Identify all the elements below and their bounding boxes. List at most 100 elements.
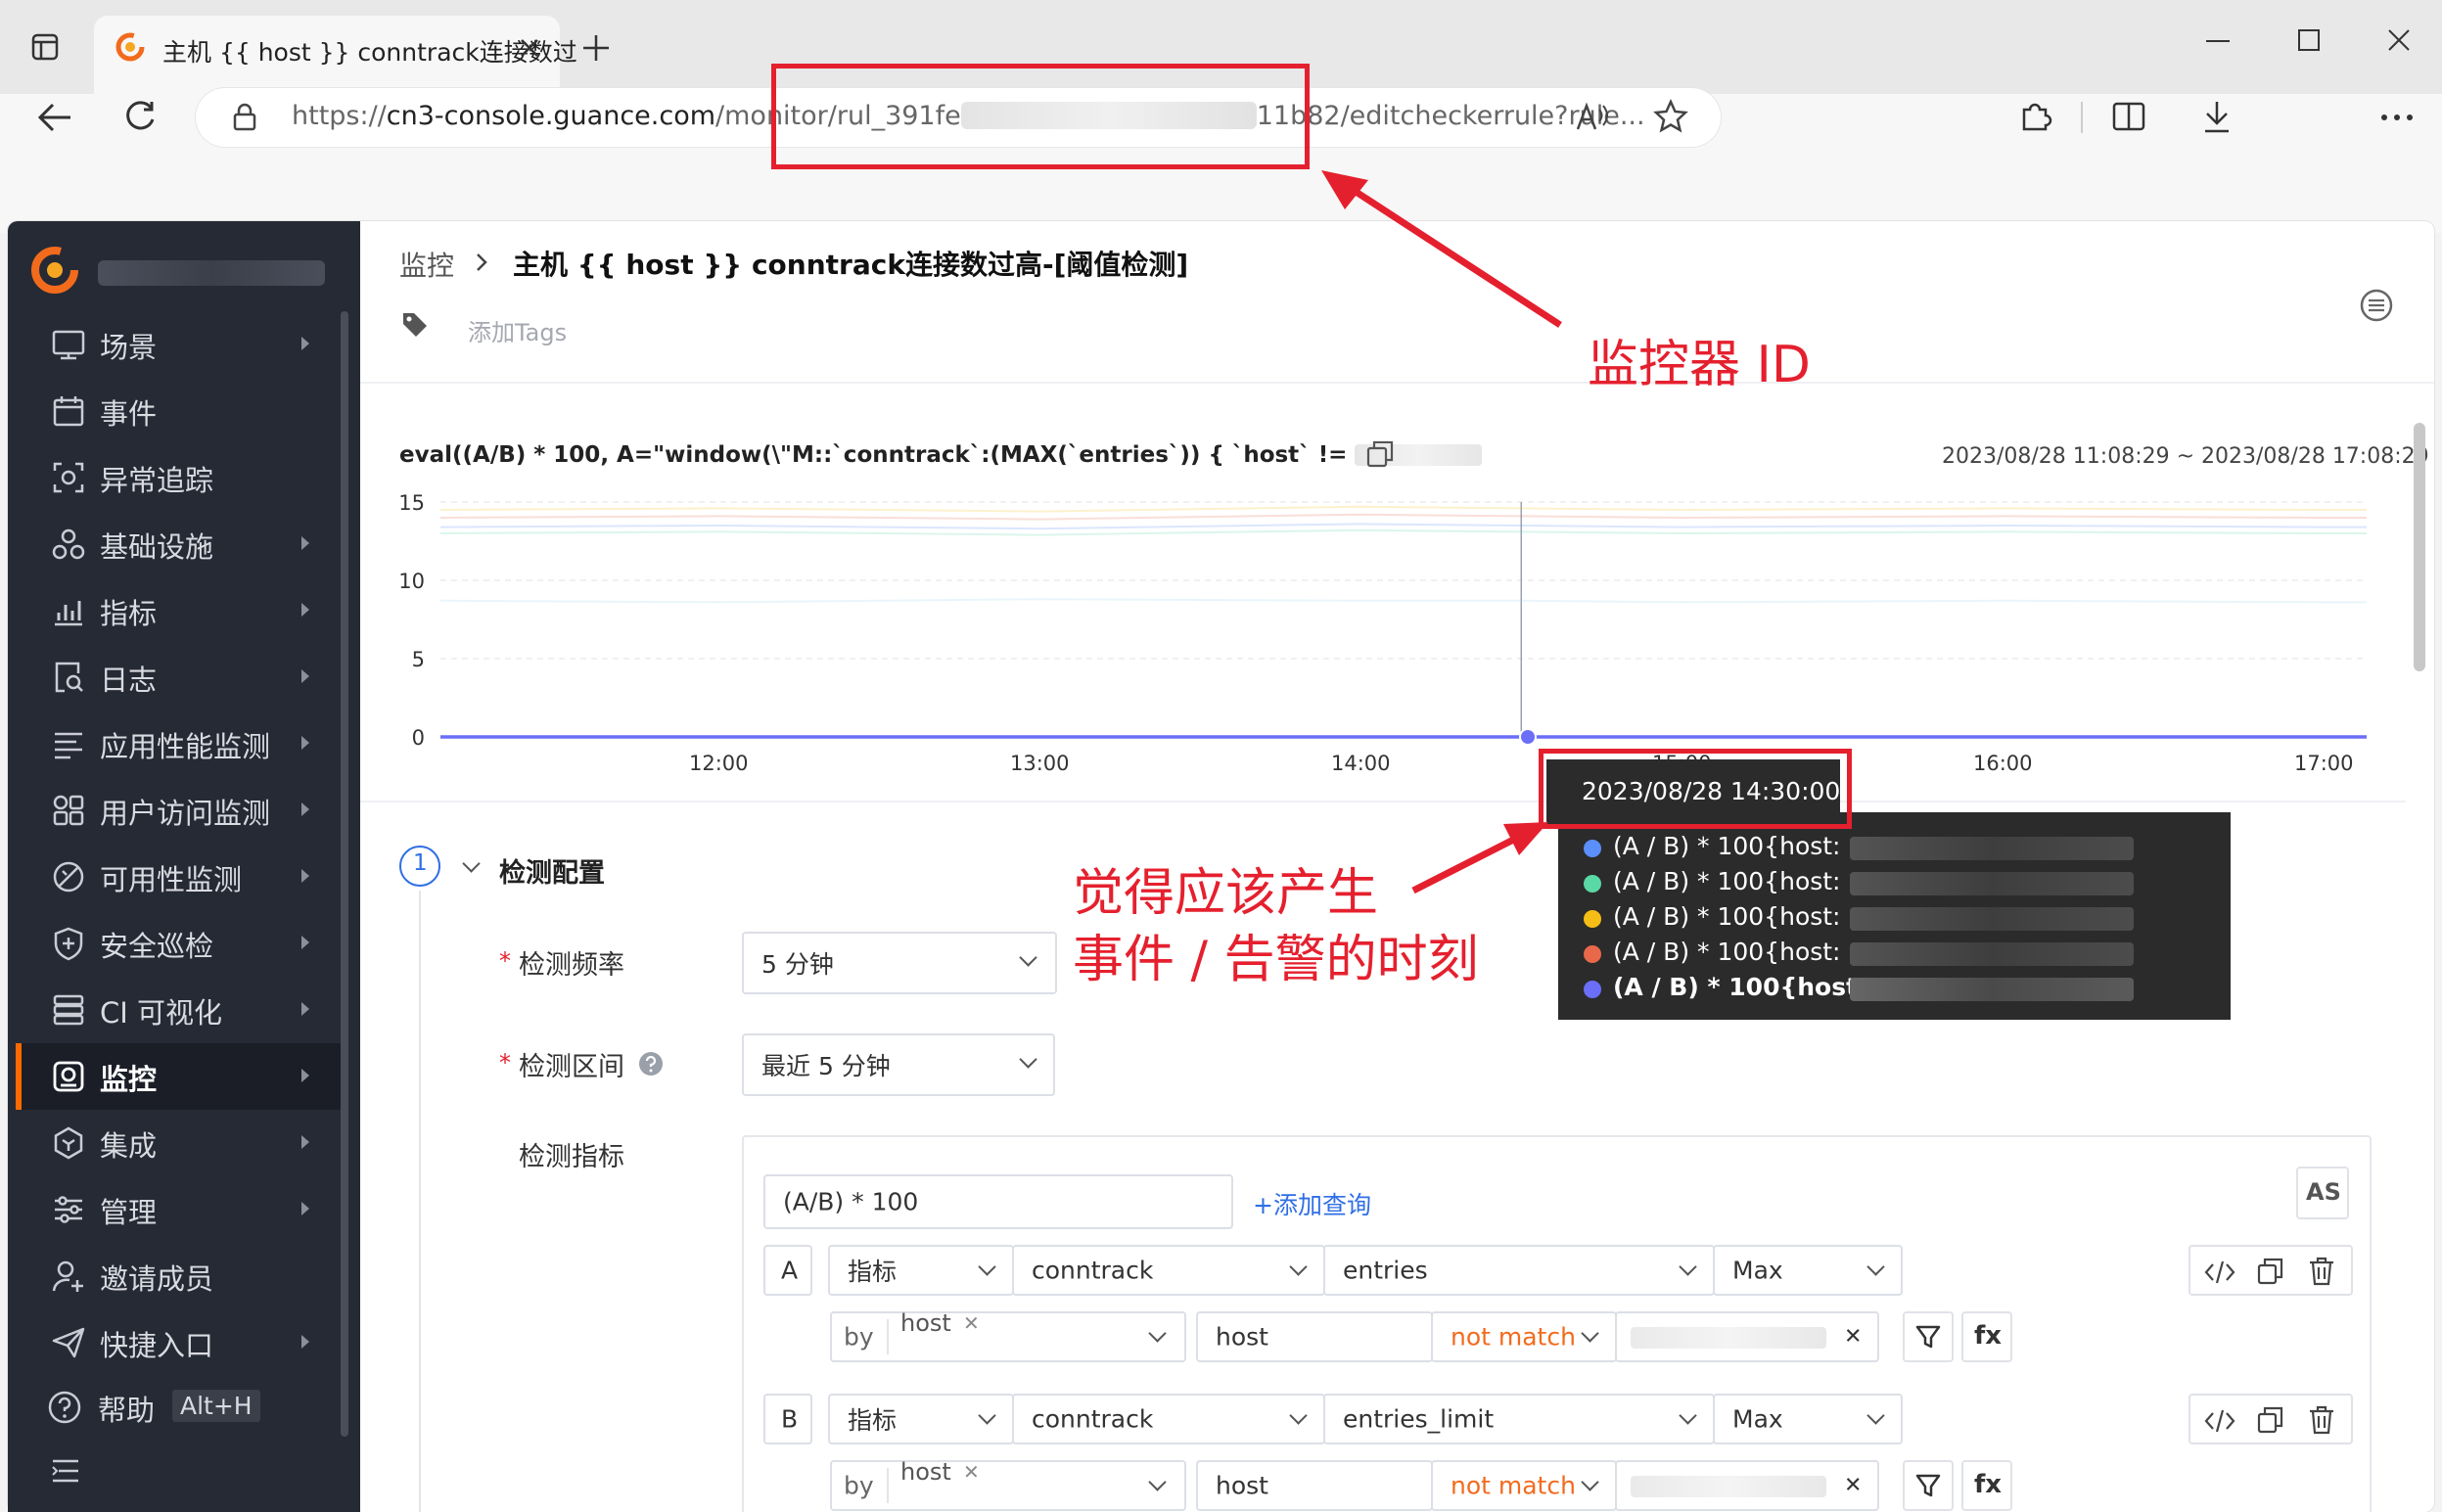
sidebar-item-4[interactable]: 指标 xyxy=(16,577,341,644)
remove-tag-icon[interactable]: ✕ xyxy=(963,1311,980,1335)
workspace-logo-icon[interactable] xyxy=(29,245,80,296)
sidebar-item-5[interactable]: 日志 xyxy=(16,644,341,710)
breadcrumb-root[interactable]: 监控 xyxy=(399,245,454,284)
tooltip-host-redacted xyxy=(1850,942,2134,966)
duplicate-icon[interactable] xyxy=(2257,1406,2284,1434)
duplicate-icon[interactable] xyxy=(2257,1258,2284,1285)
fx-button[interactable]: fx xyxy=(1961,1460,2012,1511)
code-icon[interactable] xyxy=(2204,1259,2235,1286)
field-select[interactable]: entries_limit xyxy=(1323,1394,1715,1444)
filter-icon[interactable] xyxy=(1903,1460,1954,1511)
expression-input[interactable]: (A/B) * 100 xyxy=(763,1174,1233,1229)
remove-tag-icon[interactable]: ✕ xyxy=(963,1460,980,1484)
back-icon[interactable] xyxy=(37,102,72,133)
query-actions xyxy=(2189,1394,2353,1444)
header-menu-icon[interactable] xyxy=(2359,288,2394,323)
sidebar-item-15[interactable]: 快捷入口 xyxy=(16,1309,341,1376)
monitor-screen-icon xyxy=(52,330,85,360)
section-title[interactable]: 检测配置 xyxy=(499,851,605,890)
sidebar-item-12[interactable]: 集成 xyxy=(16,1110,341,1176)
sidebar-item-10[interactable]: CI 可视化 xyxy=(16,977,341,1043)
add-query-link[interactable]: +添加查询 xyxy=(1253,1186,1371,1221)
sidebar-item-14[interactable]: 邀请成员 xyxy=(16,1243,341,1309)
time-highlight-box xyxy=(1539,749,1852,829)
filter-operator-select[interactable]: not match xyxy=(1431,1311,1617,1362)
workspace-name-redacted[interactable] xyxy=(98,260,325,286)
lock-icon[interactable] xyxy=(233,103,256,131)
filter-key-input[interactable]: host xyxy=(1196,1460,1433,1511)
group-by-tag[interactable]: host ✕ xyxy=(887,1458,994,1503)
group-by-select[interactable]: by host ✕ xyxy=(830,1309,1186,1362)
aggregation-select[interactable]: Max xyxy=(1713,1394,1903,1444)
filter-key-input[interactable]: host xyxy=(1196,1311,1433,1362)
sidebar-item-11[interactable]: 监控 xyxy=(16,1043,341,1110)
sidebar-item-6[interactable]: 应用性能监测 xyxy=(16,710,341,777)
split-screen-icon[interactable] xyxy=(2112,102,2145,131)
dial-icon xyxy=(53,861,84,893)
chevron-right-icon xyxy=(301,603,309,617)
tab-actions-icon[interactable] xyxy=(31,33,59,61)
filter-value-input[interactable]: ✕ xyxy=(1615,1311,1879,1362)
chevron-right-icon xyxy=(301,1069,309,1082)
chevron-down-icon xyxy=(1289,1406,1308,1425)
frequency-required-mark: * xyxy=(499,947,511,975)
tab-close-icon[interactable] xyxy=(519,37,540,59)
clear-filter-icon[interactable]: ✕ xyxy=(1844,1325,1862,1350)
measurement-select[interactable]: conntrack xyxy=(1012,1245,1325,1296)
aggregation-select[interactable]: Max xyxy=(1713,1245,1903,1296)
sidebar-item-7[interactable]: 用户访问监测 xyxy=(16,777,341,844)
delete-icon[interactable] xyxy=(2308,1257,2335,1286)
measurement-select[interactable]: conntrack xyxy=(1012,1394,1325,1444)
chart-scrollbar[interactable] xyxy=(2414,423,2425,671)
clear-filter-icon[interactable]: ✕ xyxy=(1844,1474,1862,1498)
delete-icon[interactable] xyxy=(2308,1405,2335,1435)
maximize-icon[interactable] xyxy=(2298,29,2320,51)
query-type-select[interactable]: 指标 xyxy=(828,1394,1014,1444)
sidebar-scrollbar[interactable] xyxy=(341,311,348,1437)
fx-button[interactable]: fx xyxy=(1961,1311,2012,1362)
field-select[interactable]: entries xyxy=(1323,1245,1715,1296)
sidebar-item-9[interactable]: 安全巡检 xyxy=(16,910,341,977)
sidebar-item-3[interactable]: 基础设施 xyxy=(16,511,341,577)
new-tab-icon[interactable] xyxy=(581,33,611,63)
code-icon[interactable] xyxy=(2204,1407,2235,1435)
add-tags-link[interactable]: 添加Tags xyxy=(468,313,567,347)
sidebar-item-8[interactable]: 可用性监测 xyxy=(16,844,341,910)
chevron-right-icon xyxy=(301,802,309,816)
chevron-down-icon xyxy=(1679,1406,1697,1425)
interval-label: 检测区间 xyxy=(519,1052,624,1082)
extensions-icon[interactable] xyxy=(2018,100,2052,133)
sidebar-collapse-icon[interactable] xyxy=(51,1458,80,1484)
chevron-right-icon xyxy=(301,1002,309,1016)
y-tick-label: 15 xyxy=(398,491,425,515)
query-type-select[interactable]: 指标 xyxy=(828,1245,1014,1296)
sidebar-item-label: CI 可视化 xyxy=(100,996,223,1030)
copy-icon[interactable] xyxy=(1366,440,1394,468)
interval-help-icon[interactable] xyxy=(638,1051,664,1077)
favorite-star-icon[interactable] xyxy=(1653,98,1688,133)
sidebar-item-label: 安全巡检 xyxy=(100,930,214,963)
downloads-icon[interactable] xyxy=(2202,100,2232,133)
window-close-icon[interactable] xyxy=(2388,29,2410,51)
series-dot xyxy=(1584,840,1601,857)
minimize-icon[interactable] xyxy=(2206,39,2230,43)
more-menu-icon[interactable] xyxy=(2380,114,2414,121)
sidebar-item-13[interactable]: 管理 xyxy=(16,1176,341,1243)
group-by-tag[interactable]: host ✕ xyxy=(887,1309,994,1354)
sidebar-item-1[interactable]: 事件 xyxy=(16,378,341,444)
series-dot xyxy=(1584,875,1601,893)
as-button[interactable]: AS xyxy=(2296,1167,2349,1219)
filter-operator-select[interactable]: not match xyxy=(1431,1460,1617,1511)
chevron-right-icon xyxy=(301,736,309,750)
breadcrumb-separator-icon xyxy=(476,252,487,272)
group-by-select[interactable]: by host ✕ xyxy=(830,1458,1186,1511)
refresh-icon[interactable] xyxy=(123,100,157,133)
frequency-select[interactable]: 5 分钟 xyxy=(742,932,1057,994)
sidebar-item-help[interactable]: 帮助 Alt+H xyxy=(16,1374,341,1441)
filter-value-input[interactable]: ✕ xyxy=(1615,1460,1879,1511)
sidebar-item-0[interactable]: 场景 xyxy=(16,311,341,378)
sidebar-item-2[interactable]: 异常追踪 xyxy=(16,444,341,511)
filter-icon[interactable] xyxy=(1903,1311,1954,1362)
read-aloud-icon[interactable] xyxy=(1576,102,1609,133)
interval-select[interactable]: 最近 5 分钟 xyxy=(742,1033,1055,1096)
